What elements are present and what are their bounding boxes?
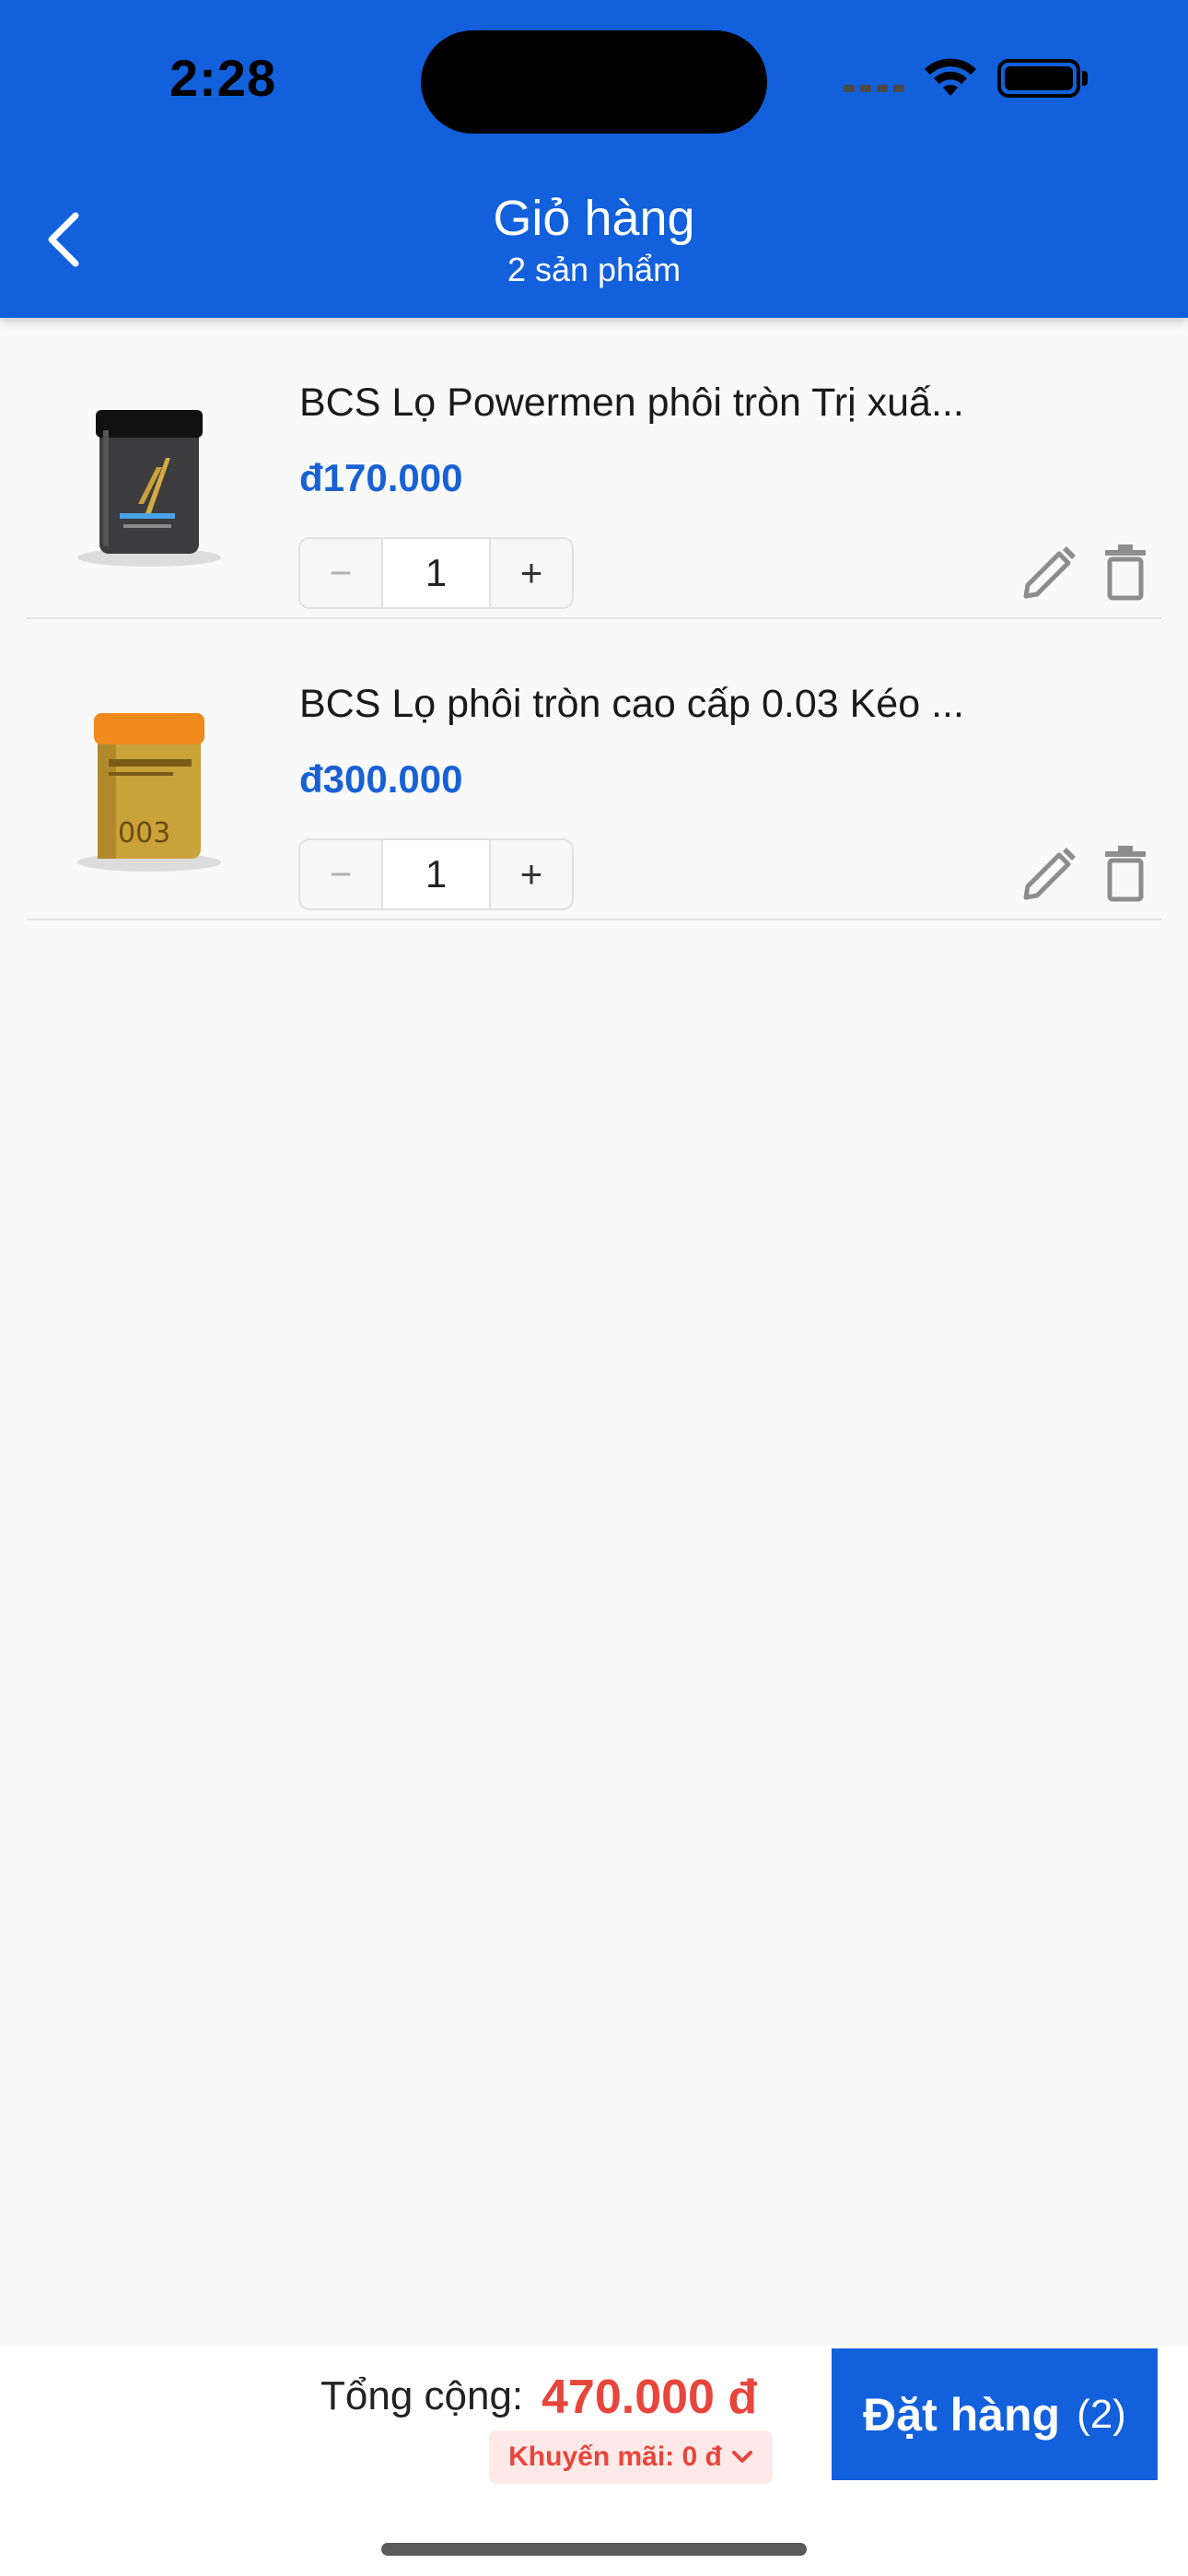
- quantity-stepper: − 1 +: [298, 537, 574, 609]
- product-name[interactable]: BCS Lọ phôi tròn cao cấp 0.03 Kéo ...: [299, 682, 1045, 727]
- place-order-button[interactable]: Đặt hàng (2): [832, 2348, 1158, 2480]
- wifi-icon: [925, 58, 976, 96]
- edit-pencil-icon[interactable]: [1020, 846, 1077, 903]
- product-name[interactable]: BCS Lọ Powermen phôi tròn Trị xuấ...: [299, 381, 1045, 426]
- total-value: 470.000 đ: [542, 2371, 758, 2424]
- decrease-quantity-button[interactable]: −: [300, 539, 381, 607]
- promo-toggle[interactable]: Khuyến mãi: 0 đ: [489, 2430, 773, 2484]
- cellular-signal-icon: [844, 85, 904, 92]
- cart-item: BCS Lọ Powermen phôi tròn Trị xuấ... đ17…: [0, 318, 1188, 619]
- trash-icon[interactable]: [1101, 543, 1149, 602]
- decrease-quantity-button[interactable]: −: [300, 840, 381, 908]
- status-time: 2:28: [169, 49, 277, 107]
- increase-quantity-button[interactable]: +: [491, 840, 572, 908]
- product-price: đ170.000: [299, 456, 463, 499]
- item-divider: [27, 919, 1161, 920]
- edit-pencil-icon[interactable]: [1020, 544, 1077, 602]
- cart-list: BCS Lọ Powermen phôi tròn Trị xuấ... đ17…: [0, 318, 1188, 920]
- increase-quantity-button[interactable]: +: [491, 539, 572, 607]
- cart-item: 003 BCS Lọ phôi tròn cao cấp 0.03 Kéo ..…: [0, 619, 1188, 920]
- battery-icon: [997, 59, 1080, 98]
- trash-icon[interactable]: [1101, 844, 1149, 903]
- order-count: (2): [1077, 2391, 1126, 2437]
- battery-cap: [1082, 71, 1088, 86]
- home-indicator[interactable]: [381, 2543, 807, 2556]
- order-button-label: Đặt hàng: [863, 2388, 1061, 2441]
- quantity-stepper: − 1 +: [298, 838, 574, 910]
- product-image-powermen-gold: 003: [77, 713, 221, 872]
- product-image-powermen-black: [77, 410, 221, 567]
- page-subtitle: 2 sản phẩm: [507, 251, 681, 288]
- total-label: Tổng cộng:: [320, 2373, 524, 2418]
- quantity-value[interactable]: 1: [381, 840, 491, 908]
- product-price: đ300.000: [299, 757, 463, 801]
- dynamic-island: [421, 30, 767, 134]
- promo-label: Khuyến mãi: 0 đ: [508, 2441, 722, 2472]
- app-header: 2:28 Giỏ hàng 2 sản phẩm: [0, 0, 1188, 318]
- checkout-bar: Tổng cộng: 470.000 đ Khuyến mãi: 0 đ Đặt…: [0, 2346, 1188, 2576]
- chevron-down-icon: [731, 2451, 752, 2463]
- svg-text:003: 003: [118, 817, 170, 849]
- quantity-value[interactable]: 1: [381, 539, 491, 607]
- page-title: Giỏ hàng: [493, 191, 695, 246]
